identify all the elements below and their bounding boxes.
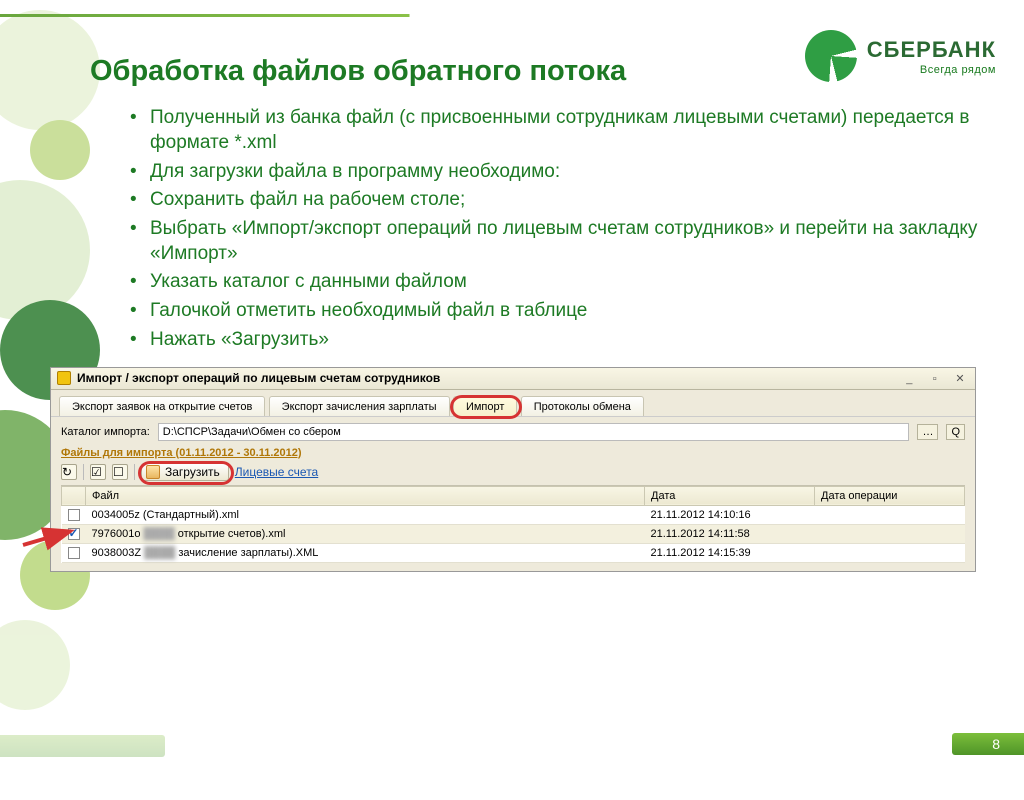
bullet-item: Выбрать «Импорт/экспорт операций по лице… <box>130 217 984 266</box>
tab-export-salary[interactable]: Экспорт зачисления зарплаты <box>269 396 450 416</box>
bullet-item: Полученный из банка файл (с присвоенными… <box>130 106 984 155</box>
table-row[interactable]: 7976001o ████ открытие счетов).xml 21.11… <box>62 524 965 543</box>
table-row[interactable]: 9038003Z ████ зачисление зарплаты).XML 2… <box>62 543 965 562</box>
file-opdate <box>815 505 965 524</box>
bullet-item: Сохранить файл на рабочем столе; <box>130 188 984 213</box>
files-for-import-label: Файлы для импорта (01.11.2012 - 30.11.20… <box>61 447 302 459</box>
bullet-item: Нажать «Загрузить» <box>130 328 984 353</box>
red-arrow-annotation <box>21 525 81 551</box>
footer-accent <box>0 735 165 757</box>
load-button-label: Загрузить <box>165 465 220 479</box>
bullet-item: Указать каталог с данными файлом <box>130 270 984 295</box>
accounts-link[interactable]: Лицевые счета <box>235 465 318 479</box>
file-name: 9038003Z ████ зачисление зарплаты).XML <box>86 543 645 562</box>
bullet-item: Галочкой отметить необходимый файл в таб… <box>130 299 984 324</box>
app-window: Импорт / экспорт операций по лицевым сче… <box>50 367 976 572</box>
catalog-label: Каталог импорта: <box>61 426 150 438</box>
refresh-icon[interactable]: ↻ <box>61 464 77 480</box>
search-button[interactable]: Q <box>946 424 965 440</box>
browse-button[interactable]: … <box>917 424 938 440</box>
brand-tagline: Всегда рядом <box>867 64 996 76</box>
bullet-item: Для загрузки файла в программу необходим… <box>130 160 984 185</box>
tab-import[interactable]: Импорт <box>453 396 517 416</box>
file-date: 21.11.2012 14:11:58 <box>645 524 815 543</box>
row-checkbox[interactable] <box>68 509 80 521</box>
files-toolbar: ↻ ☑ ☐ Загрузить Лицевые счета <box>61 463 965 486</box>
file-date: 21.11.2012 14:15:39 <box>645 543 815 562</box>
load-icon <box>146 465 160 479</box>
deselect-icon[interactable]: ☐ <box>112 464 128 480</box>
col-opdate[interactable]: Дата операции <box>815 486 965 505</box>
tab-strip: Экспорт заявок на открытие счетов Экспор… <box>51 390 975 417</box>
close-button[interactable]: ✕ <box>951 374 969 386</box>
file-opdate <box>815 524 965 543</box>
app-icon <box>57 371 71 385</box>
bullet-list: Полученный из банка файл (с присвоенными… <box>130 106 984 352</box>
catalog-path-input[interactable] <box>158 423 910 441</box>
file-name: 0034005z (Стандартный).xml <box>86 505 645 524</box>
sberbank-logo-icon <box>805 30 857 82</box>
file-opdate <box>815 543 965 562</box>
select-all-icon[interactable]: ☑ <box>90 464 106 480</box>
maximize-button[interactable]: ▫ <box>926 374 944 386</box>
file-date: 21.11.2012 14:10:16 <box>645 505 815 524</box>
brand-name: СБЕРБАНК <box>867 37 996 63</box>
window-title: Импорт / экспорт операций по лицевым сче… <box>77 371 440 385</box>
files-table: Файл Дата Дата операции 0034005z (Станда… <box>61 486 965 563</box>
col-file[interactable]: Файл <box>86 486 645 505</box>
load-button[interactable]: Загрузить <box>141 463 229 481</box>
file-name: 7976001o ████ открытие счетов).xml <box>86 524 645 543</box>
col-date[interactable]: Дата <box>645 486 815 505</box>
tab-export-open[interactable]: Экспорт заявок на открытие счетов <box>59 396 265 416</box>
brand-logo: СБЕРБАНК Всегда рядом <box>805 30 996 82</box>
window-titlebar: Импорт / экспорт операций по лицевым сче… <box>51 368 975 390</box>
tab-protocols[interactable]: Протоколы обмена <box>521 396 644 416</box>
minimize-button[interactable]: _ <box>900 374 918 386</box>
page-number: 8 <box>952 733 1024 755</box>
table-row[interactable]: 0034005z (Стандартный).xml 21.11.2012 14… <box>62 505 965 524</box>
